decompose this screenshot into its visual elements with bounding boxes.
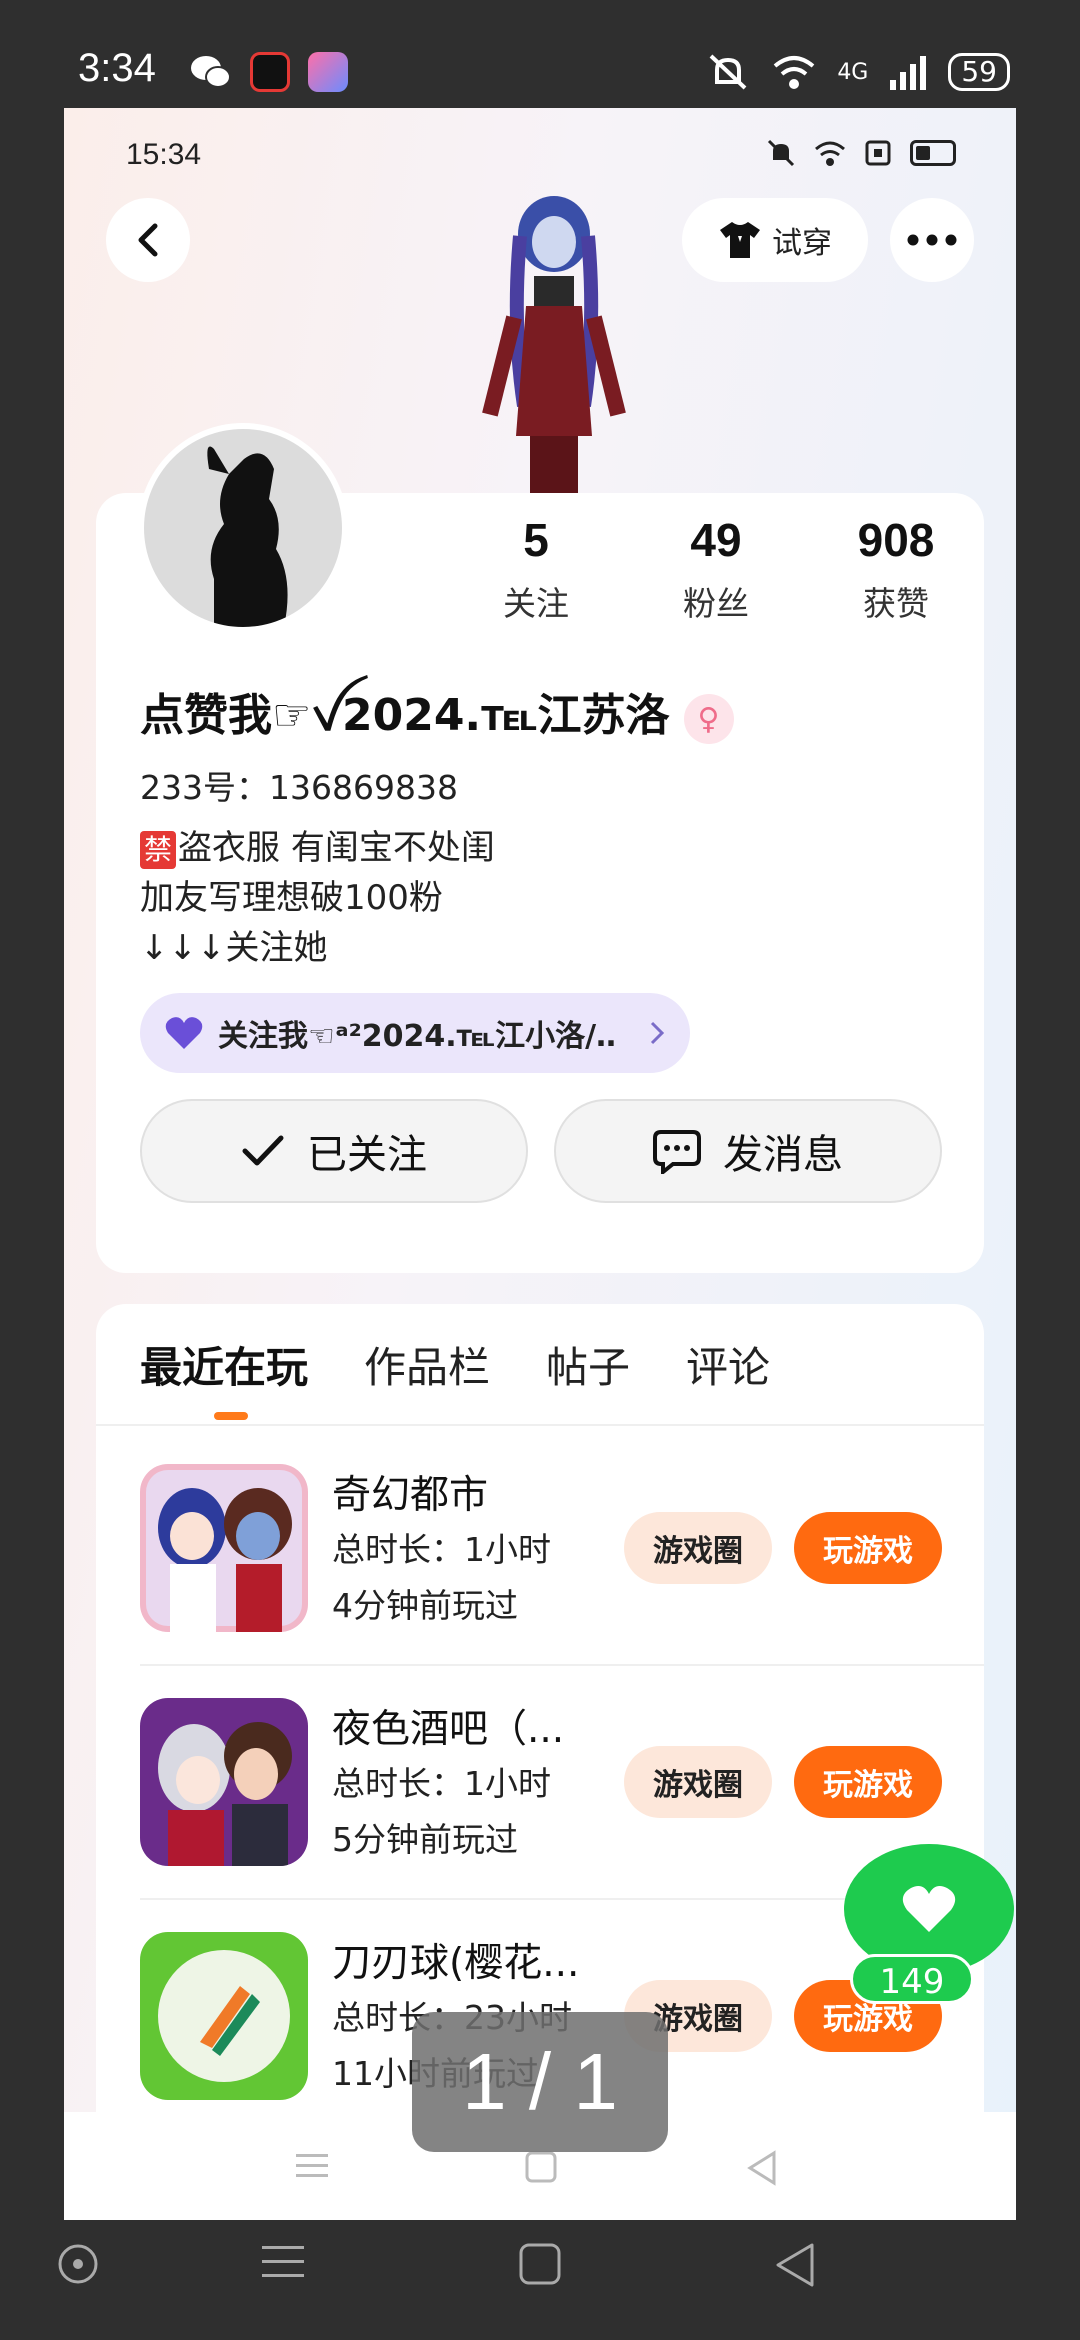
chevron-right-icon <box>650 1021 665 1045</box>
assistant-icon[interactable] <box>56 2242 100 2286</box>
like-fab[interactable]: 149 <box>844 1844 1014 2014</box>
followed-button[interactable]: 已关注 <box>140 1099 528 1203</box>
play-game-button[interactable]: 玩游戏 <box>794 1512 942 1584</box>
menu-icon[interactable] <box>294 2150 330 2182</box>
signal-icon <box>890 56 927 90</box>
female-gender-icon: ♀ <box>683 694 734 744</box>
home-icon[interactable] <box>524 2150 558 2184</box>
avatar-silhouette <box>207 446 288 627</box>
game-name: 夜色酒吧（... <box>332 1707 565 1752</box>
wifi-icon <box>774 56 815 89</box>
message-button[interactable]: 发消息 <box>554 1099 942 1203</box>
app-icon <box>308 52 348 92</box>
game-icon <box>140 1698 308 1866</box>
game-last-played: 4分钟前玩过 <box>332 1586 518 1625</box>
try-on-button[interactable]: 试穿 <box>682 198 868 282</box>
game-name: 奇幻都市 <box>332 1473 489 1518</box>
stat-label: 获赞 <box>863 584 929 623</box>
back-button[interactable] <box>106 198 190 282</box>
tab-recently-played[interactable]: 最近在玩 <box>140 1334 308 1395</box>
app-screen: 15:34 试穿 5 关注 49 粉丝 908 获赞 点赞我☞ꪜ2024.℡江苏… <box>64 108 1016 2220</box>
stat-likes[interactable]: 908 获赞 <box>806 513 986 625</box>
home-icon[interactable] <box>518 2242 562 2286</box>
sim-icon <box>865 140 891 166</box>
try-on-label: 试穿 <box>772 226 832 261</box>
back-icon <box>138 223 158 257</box>
notification-icons <box>190 52 348 92</box>
username: 点赞我☞ꪜ2024.℡江苏洛 <box>140 690 670 741</box>
tab-posts[interactable]: 帖子 <box>546 1334 630 1395</box>
check-icon <box>242 1135 284 1166</box>
page-indicator: 1 / 1 <box>412 2012 668 2152</box>
game-circle-button[interactable]: 游戏圈 <box>624 1746 772 1818</box>
bio-line: 盗衣服 有闺宝不处闺 <box>178 828 495 868</box>
game-circle-button[interactable]: 游戏圈 <box>624 1512 772 1584</box>
heart-icon <box>165 1017 203 1049</box>
wifi-icon <box>815 141 845 166</box>
game-meta: 总时长：1小时 4分钟前玩过 <box>332 1522 551 1634</box>
chat-bubble-icon <box>653 1130 701 1174</box>
linked-account-pill[interactable]: 关注我☜ᵃ²2024.℡江小洛/‥ <box>140 993 690 1073</box>
outer-status-bar: 3:34 4G 59 <box>0 0 1080 110</box>
stat-following[interactable]: 5 关注 <box>446 513 626 625</box>
message-label: 发消息 <box>723 1132 843 1178</box>
active-tab-indicator <box>214 1412 248 1420</box>
game-meta: 总时长：1小时 5分钟前玩过 <box>332 1756 551 1868</box>
ban-badge: 禁 <box>140 830 177 869</box>
user-id[interactable]: 233号：136869838 <box>140 761 458 809</box>
inner-status-time: 15:34 <box>126 138 202 171</box>
stat-number: 49 <box>690 514 742 566</box>
followed-label: 已关注 <box>307 1132 427 1178</box>
back-nav-icon[interactable] <box>746 2150 778 2186</box>
profile-stats: 5 关注 49 粉丝 908 获赞 <box>446 513 986 625</box>
like-count: 149 <box>850 1954 974 2004</box>
video-app-icon <box>250 52 290 92</box>
game-duration: 总时长：1小时 <box>332 1764 551 1803</box>
inner-status-icons <box>766 138 956 168</box>
back-nav-icon[interactable] <box>774 2242 816 2288</box>
more-icon <box>907 234 957 246</box>
tab-works[interactable]: 作品栏 <box>364 1334 490 1395</box>
stat-number: 5 <box>523 514 549 566</box>
divider <box>96 1424 984 1426</box>
tshirt-icon <box>720 222 760 258</box>
game-name: 刀刃球(樱花... <box>332 1941 580 1986</box>
mute-icon <box>709 54 747 90</box>
name-row: 点赞我☞ꪜ2024.℡江苏洛 ♀ <box>140 673 734 765</box>
menu-icon[interactable] <box>260 2242 306 2282</box>
linked-account-text: 关注我☜ᵃ²2024.℡江小洛/‥ <box>218 1019 617 1054</box>
tab-bar: 最近在玩 作品栏 帖子 评论 <box>140 1334 770 1395</box>
play-game-button[interactable]: 玩游戏 <box>794 1746 942 1818</box>
game-last-played: 5分钟前玩过 <box>332 1820 518 1859</box>
profile-card: 5 关注 49 粉丝 908 获赞 点赞我☞ꪜ2024.℡江苏洛 ♀ 233号：… <box>96 423 986 1273</box>
outer-status-time: 3:34 <box>78 46 156 90</box>
more-button[interactable] <box>890 198 974 282</box>
heart-icon <box>902 1886 956 1932</box>
game-icon <box>140 1464 308 1632</box>
game-duration: 总时长：1小时 <box>332 1530 551 1569</box>
bio-line: ↓↓↓关注她 <box>140 928 328 968</box>
game-row[interactable]: 奇幻都市 总时长：1小时 4分钟前玩过 游戏圈 玩游戏 <box>140 1432 984 1666</box>
bio: 禁盗衣服 有闺宝不处闺 加友写理想破100粉 ↓↓↓关注她 <box>140 823 495 973</box>
battery-icon <box>910 140 956 166</box>
stat-number: 908 <box>857 514 935 566</box>
stat-label: 粉丝 <box>683 584 749 623</box>
mute-icon <box>767 139 795 167</box>
outer-navigation-bar <box>0 2220 1080 2340</box>
battery-indicator: 59 <box>948 53 1010 91</box>
stat-label: 关注 <box>503 584 569 623</box>
bio-line: 加友写理想破100粉 <box>140 878 443 918</box>
game-icon <box>140 1932 308 2100</box>
network-type: 4G <box>837 59 869 85</box>
stat-followers[interactable]: 49 粉丝 <box>626 513 806 625</box>
avatar[interactable] <box>138 423 348 633</box>
tab-comments[interactable]: 评论 <box>686 1334 770 1395</box>
wechat-icon <box>191 56 231 88</box>
